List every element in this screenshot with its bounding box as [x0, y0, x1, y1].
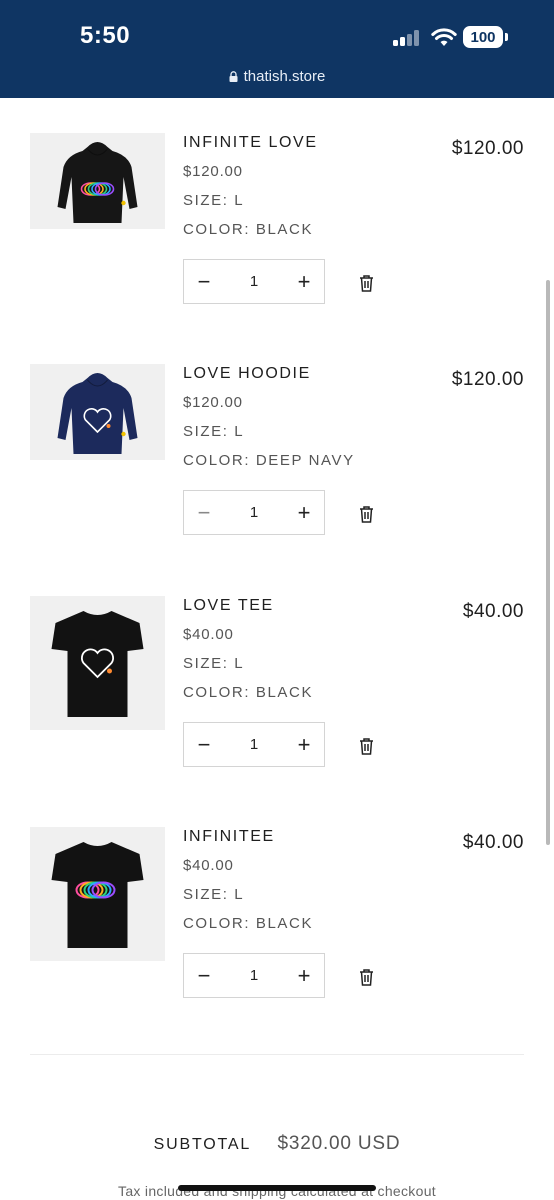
item-info: LOVE TEE $40.00 SIZE: L COLOR: BLACK — [183, 596, 313, 703]
unit-price: $40.00 — [183, 626, 234, 643]
decrease-quantity-button[interactable]: − — [184, 260, 224, 303]
item-info: INFINITE LOVE $120.00 SIZE: L COLOR: BLA… — [183, 133, 318, 240]
decrease-quantity-button[interactable]: − — [184, 954, 224, 997]
cart-item: INFINITEE $40.00 SIZE: L COLOR: BLACK $4… — [0, 827, 554, 1027]
trash-icon[interactable] — [358, 968, 375, 986]
minus-icon: − — [197, 731, 211, 757]
color-option: COLOR: DEEP NAVY — [183, 452, 355, 469]
wifi-icon — [431, 28, 457, 46]
product-image[interactable] — [30, 364, 165, 460]
lock-icon — [229, 71, 238, 82]
color-option: COLOR: BLACK — [183, 915, 314, 932]
size-option: SIZE: L — [183, 655, 245, 672]
cart-item: LOVE TEE $40.00 SIZE: L COLOR: BLACK $40… — [0, 596, 554, 796]
plus-icon: + — [297, 962, 311, 988]
subtotal-row: SUBTOTAL $320.00 USD — [0, 1133, 554, 1155]
trash-icon[interactable] — [358, 737, 375, 755]
product-name[interactable]: LOVE TEE — [183, 596, 313, 616]
tee-image — [51, 611, 144, 717]
product-image[interactable] — [30, 596, 165, 730]
cart-item: INFINITE LOVE $120.00 SIZE: L COLOR: BLA… — [0, 133, 554, 333]
cellular-signal-icon — [393, 30, 423, 46]
minus-icon: − — [197, 268, 211, 294]
line-total: $40.00 — [462, 601, 524, 622]
battery-level: 100 — [470, 28, 496, 46]
url-text: thatish.store — [243, 68, 326, 85]
battery-icon: 100 — [463, 26, 503, 48]
color-option: COLOR: BLACK — [183, 221, 314, 238]
status-bar: 5:50 100 thatish.store — [0, 0, 554, 98]
quantity-value[interactable]: 1 — [224, 491, 284, 534]
color-option: COLOR: BLACK — [183, 684, 314, 701]
unit-price: $120.00 — [183, 163, 243, 180]
item-info: INFINITEE $40.00 SIZE: L COLOR: BLACK — [183, 827, 313, 934]
quantity-stepper: − 1 + — [183, 722, 325, 767]
hoodie-image — [57, 142, 138, 223]
quantity-stepper: − 1 + — [183, 259, 325, 304]
quantity-stepper: − 1 + — [183, 953, 325, 998]
battery-nub — [505, 33, 508, 41]
trash-icon[interactable] — [358, 505, 375, 523]
status-time: 5:50 — [80, 22, 131, 49]
line-total: $40.00 — [462, 832, 524, 853]
tee-image — [51, 842, 144, 948]
hoodie-image — [57, 373, 138, 454]
scrollbar[interactable] — [546, 280, 550, 845]
cart-item: LOVE HOODIE $120.00 SIZE: L COLOR: DEEP … — [0, 364, 554, 564]
quantity-value[interactable]: 1 — [224, 260, 284, 303]
line-total: $120.00 — [451, 138, 524, 159]
increase-quantity-button[interactable]: + — [284, 260, 324, 303]
size-option: SIZE: L — [183, 886, 245, 903]
increase-quantity-button[interactable]: + — [284, 954, 324, 997]
home-indicator[interactable] — [178, 1185, 376, 1191]
address-bar[interactable]: thatish.store — [0, 68, 554, 85]
product-name[interactable]: LOVE HOODIE — [183, 364, 355, 384]
minus-icon: − — [197, 499, 211, 525]
increase-quantity-button[interactable]: + — [284, 491, 324, 534]
size-option: SIZE: L — [183, 423, 245, 440]
product-image[interactable] — [30, 827, 165, 961]
decrease-quantity-button[interactable]: − — [184, 723, 224, 766]
line-total: $120.00 — [451, 369, 524, 390]
plus-icon: + — [297, 731, 311, 757]
minus-icon: − — [197, 962, 211, 988]
subtotal-label: SUBTOTAL — [153, 1136, 252, 1153]
size-option: SIZE: L — [183, 192, 245, 209]
subtotal-value: $320.00 USD — [277, 1133, 401, 1154]
quantity-stepper: − 1 + — [183, 490, 325, 535]
quantity-value[interactable]: 1 — [224, 723, 284, 766]
decrease-quantity-button[interactable]: − — [184, 491, 224, 534]
trash-icon[interactable] — [358, 274, 375, 292]
product-name[interactable]: INFINITEE — [183, 827, 313, 847]
summary-divider — [30, 1054, 524, 1055]
plus-icon: + — [297, 499, 311, 525]
unit-price: $120.00 — [183, 394, 243, 411]
plus-icon: + — [297, 268, 311, 294]
increase-quantity-button[interactable]: + — [284, 723, 324, 766]
product-name[interactable]: INFINITE LOVE — [183, 133, 318, 153]
product-image[interactable] — [30, 133, 165, 229]
unit-price: $40.00 — [183, 857, 234, 874]
quantity-value[interactable]: 1 — [224, 954, 284, 997]
item-info: LOVE HOODIE $120.00 SIZE: L COLOR: DEEP … — [183, 364, 355, 471]
